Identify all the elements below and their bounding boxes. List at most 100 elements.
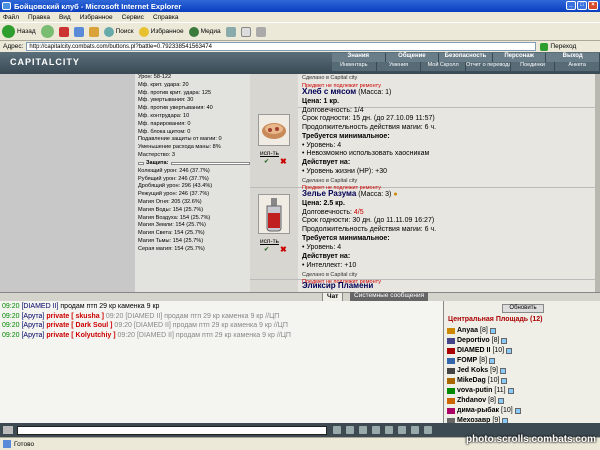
user-list-item[interactable]: Deportivo [8]	[447, 336, 521, 346]
user-name[interactable]: MikeDag	[457, 376, 486, 386]
nav-inventory[interactable]: Инвентарь	[332, 62, 377, 71]
nav-security[interactable]: Безопасность	[439, 53, 493, 62]
inventory-list: Сделано в Capital city Предмет не подлеж…	[250, 74, 595, 292]
stat-line: Дробящий урон: 296 (43.4%)	[138, 183, 213, 190]
menu-help[interactable]: Справка	[153, 14, 179, 21]
info-icon[interactable]	[497, 398, 504, 404]
go-button[interactable]: Переход	[540, 42, 576, 51]
user-list-item[interactable]: vova-putin [11]	[447, 386, 521, 396]
clear-icon[interactable]	[346, 426, 354, 434]
clan-icon	[447, 348, 455, 354]
watermark: photo.scrolls.combats.com	[465, 434, 596, 445]
nav-scroll[interactable]: Мой Скролл	[421, 62, 467, 71]
user-list-item[interactable]: DIAMED II [10]	[447, 346, 521, 356]
user-list-item[interactable]: MikeDag [10]	[447, 376, 521, 386]
stat-line: Режущий урон: 246 (37.7%)	[138, 191, 210, 198]
menu-file[interactable]: Файл	[3, 14, 19, 21]
use-item-button[interactable]: исп-ть	[260, 238, 279, 245]
user-name[interactable]: FOMP	[457, 356, 477, 366]
send-icon[interactable]	[333, 426, 341, 434]
info-icon[interactable]	[499, 368, 506, 374]
nav-transfers[interactable]: Отчет о переводах	[466, 62, 511, 71]
stat-line: Колющий урон: 246 (37.7%)	[138, 167, 210, 174]
stat-line: Мф. увертывания: 30	[138, 97, 194, 104]
nav-character[interactable]: Персонаж	[492, 53, 547, 62]
checkmark-icon[interactable]: ✔	[264, 246, 269, 253]
user-name[interactable]: Anyaa	[457, 326, 478, 336]
maximize-button[interactable]: □	[577, 1, 587, 10]
menu-favorites[interactable]: Избранное	[80, 14, 113, 21]
user-list-item[interactable]: Anyaa [8]	[447, 326, 521, 336]
chat-input[interactable]	[17, 425, 327, 435]
info-icon[interactable]	[507, 388, 514, 394]
checkmark-icon[interactable]: ✔	[264, 158, 269, 165]
clan-icon	[447, 358, 455, 364]
tab-chat[interactable]: Чат	[322, 292, 344, 301]
settings-icon[interactable]	[411, 426, 419, 434]
stat-line: Магия Земли: 154 (25.7%)	[138, 222, 206, 229]
info-icon[interactable]: ●	[393, 191, 397, 198]
media-button[interactable]: Медиа	[188, 26, 221, 37]
menu-edit[interactable]: Правка	[28, 14, 50, 21]
tab-system-messages[interactable]: Системные сообщения	[350, 292, 429, 301]
item-name[interactable]: Хлеб с мясом	[302, 87, 356, 96]
nav-communication[interactable]: Общение	[385, 53, 440, 62]
print-icon[interactable]	[255, 26, 266, 37]
exit-icon[interactable]	[424, 426, 432, 434]
user-name[interactable]: vova-putin	[457, 386, 492, 396]
forward-arrow-icon[interactable]	[40, 25, 54, 38]
history-icon[interactable]	[225, 26, 236, 37]
stat-line: Магия Огня: 205 (32.6%)	[138, 198, 202, 205]
refresh-button[interactable]: Обновить	[502, 304, 544, 313]
favorites-button[interactable]: Избранное	[138, 26, 184, 37]
protection-divider[interactable]: Защита:	[138, 160, 250, 167]
back-button[interactable]: Назад	[2, 25, 36, 38]
home-icon[interactable]	[88, 26, 99, 37]
filter-icon[interactable]	[385, 426, 393, 434]
user-name[interactable]: дима-рыбак	[457, 406, 499, 416]
user-list-item[interactable]: FOMP [8]	[447, 356, 521, 366]
info-icon[interactable]	[489, 328, 496, 334]
user-name[interactable]: DIAMED II	[457, 346, 490, 356]
user-level: [10]	[501, 407, 513, 414]
nav-fights[interactable]: Поединки	[510, 62, 556, 71]
user-list-item[interactable]: дима-рыбак [10]	[447, 406, 521, 416]
go-arrow-icon	[540, 42, 549, 51]
stop-icon[interactable]	[58, 26, 69, 37]
use-item-button[interactable]: исп-ть	[260, 150, 279, 157]
menu-bar: Файл Правка Вид Избранное Сервис Справка	[0, 12, 600, 22]
search-button[interactable]: Поиск	[103, 26, 134, 37]
item-name[interactable]: Зелье Разума	[302, 189, 356, 198]
nav-profile[interactable]: Анкета	[555, 62, 600, 71]
chat-mode-icon[interactable]	[3, 426, 13, 434]
info-icon[interactable]	[501, 338, 508, 344]
nav-skills[interactable]: Умения	[376, 62, 422, 71]
menu-tools[interactable]: Сервис	[122, 14, 144, 21]
close-button[interactable]: ×	[588, 1, 598, 10]
menu-view[interactable]: Вид	[59, 14, 71, 21]
inventory-scrollbar[interactable]	[595, 74, 600, 292]
sound-icon[interactable]	[398, 426, 406, 434]
address-input[interactable]: http://capitalcity.combats.com/buttons.p…	[26, 42, 537, 51]
refresh-icon[interactable]	[73, 26, 84, 37]
stat-line: Мастерство: 3	[138, 151, 175, 158]
minimize-button[interactable]: _	[566, 1, 576, 10]
mail-icon[interactable]	[240, 26, 251, 37]
info-icon[interactable]	[514, 408, 521, 414]
user-level: [10]	[487, 377, 500, 384]
user-name[interactable]: Deportivo	[457, 336, 490, 346]
info-icon[interactable]	[489, 358, 496, 364]
nav-exit[interactable]: Выход	[546, 53, 600, 62]
user-list-item[interactable]: Zhdanov [8]	[447, 396, 521, 406]
user-name[interactable]: Zhdanov	[457, 396, 486, 406]
info-icon[interactable]	[506, 348, 513, 354]
info-icon[interactable]	[501, 378, 508, 384]
user-name[interactable]: Jed Koks	[457, 366, 488, 376]
user-list-item[interactable]: Jed Koks [9]	[447, 366, 521, 376]
delete-icon[interactable]: ✖	[280, 157, 287, 166]
smiles-icon[interactable]	[359, 426, 367, 434]
translit-icon[interactable]	[372, 426, 380, 434]
nav-knowledge[interactable]: Знания	[332, 53, 386, 62]
media-icon	[188, 26, 199, 37]
delete-icon[interactable]: ✖	[280, 245, 287, 254]
